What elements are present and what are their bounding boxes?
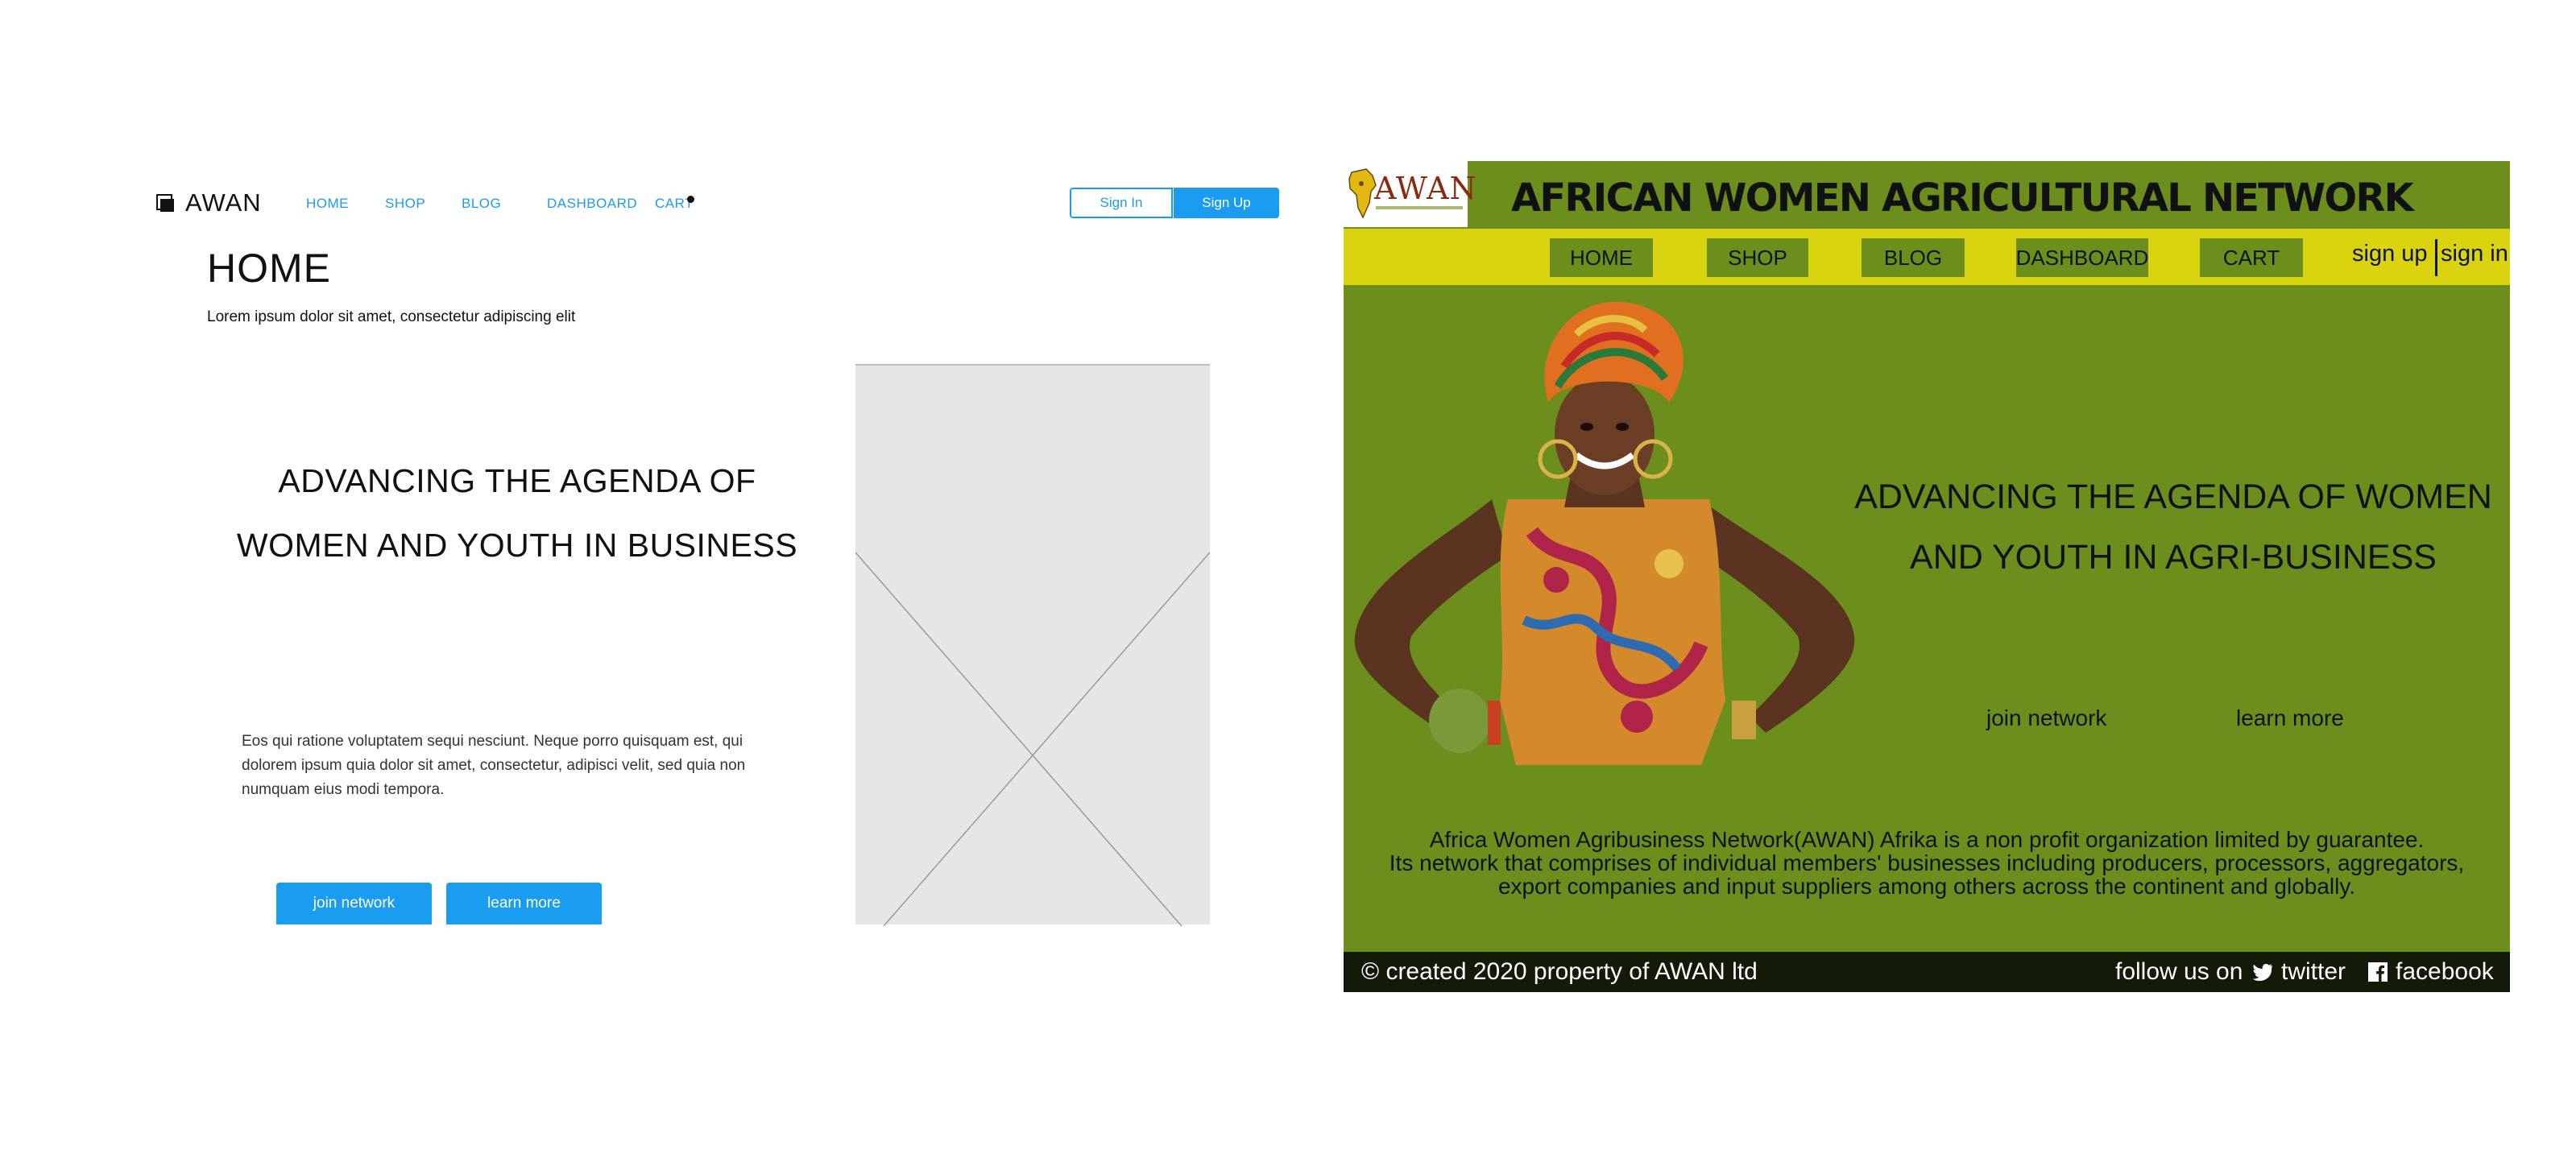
- nav-home[interactable]: HOME: [1550, 238, 1653, 277]
- cart-badge: [687, 196, 694, 203]
- facebook-icon: [2368, 962, 2388, 982]
- organization-description: Africa Women Agribusiness Network(AWAN) …: [1344, 828, 2510, 898]
- nav-cart[interactable]: CART: [2200, 238, 2303, 277]
- description-line1: Africa Women Agribusiness Network(AWAN) …: [1429, 827, 2425, 852]
- logo-text: AWAN: [1374, 171, 1477, 206]
- join-network-button[interactable]: join network: [276, 883, 432, 924]
- hero-woman-image: [1354, 301, 1855, 765]
- awan-logo[interactable]: AWAN: [1344, 161, 1476, 227]
- hero-headline-line1: ADVANCING THE AGENDA OF: [278, 462, 756, 499]
- wireframe-panel: AWAN HOME SHOP BLOG DASHBOARD CART Sign …: [0, 0, 1305, 1158]
- footer: © created 2020 property of AWAN ltd foll…: [1344, 952, 2510, 992]
- page-subtitle: Lorem ipsum dolor sit amet, consectetur …: [207, 308, 576, 325]
- hero-headline-line2: WOMEN AND YOUTH IN BUSINESS: [236, 527, 798, 564]
- africa-map-icon: [1348, 168, 1377, 219]
- sign-up-link[interactable]: sign up: [2352, 241, 2428, 267]
- sign-in-link[interactable]: sign in: [2441, 241, 2508, 267]
- twitter-link[interactable]: twitter: [2252, 958, 2346, 986]
- mockup-panel: AWAN AFRICAN WOMEN AGRICULTURAL NETWORK …: [1344, 161, 2510, 992]
- facebook-link[interactable]: facebook: [2368, 958, 2494, 986]
- nav-blog[interactable]: BLOG: [462, 196, 501, 212]
- auth-divider: [2435, 239, 2437, 276]
- sign-up-button[interactable]: Sign Up: [1174, 188, 1279, 218]
- twitter-icon: [2252, 964, 2272, 981]
- hero-headline-line2: AND YOUTH IN AGRI-BUSINESS: [1910, 538, 2437, 577]
- nav-dashboard[interactable]: DASHBOARD: [547, 196, 637, 212]
- twitter-label: twitter: [2281, 958, 2346, 985]
- learn-more-button[interactable]: learn more: [446, 883, 602, 924]
- wireframe-logo[interactable]: AWAN: [156, 188, 262, 217]
- description-line2: Its network that comprises of individual…: [1389, 850, 2465, 875]
- logo-tagline-bar: [1376, 206, 1463, 209]
- hero-paragraph: Eos qui ratione voluptatem sequi nesciun…: [242, 733, 746, 798]
- facebook-label: facebook: [2396, 958, 2494, 985]
- logo-text: AWAN: [185, 188, 262, 217]
- image-placeholder: [855, 364, 1210, 926]
- nav-blog[interactable]: BLOG: [1862, 238, 1965, 277]
- follow-label: follow us on: [2115, 958, 2243, 985]
- nav-home[interactable]: HOME: [306, 196, 349, 212]
- join-network-link[interactable]: join network: [1986, 705, 2106, 731]
- nav-shop[interactable]: SHOP: [385, 196, 425, 212]
- hero-headline-line1: ADVANCING THE AGENDA OF WOMEN: [1854, 478, 2492, 516]
- sign-in-button[interactable]: Sign In: [1070, 188, 1173, 218]
- nav-shop[interactable]: SHOP: [1707, 238, 1808, 277]
- learn-more-link[interactable]: learn more: [2236, 705, 2344, 731]
- copyright: © created 2020 property of AWAN ltd: [1361, 958, 1758, 985]
- logo-icon: [156, 194, 174, 212]
- site-title: AFRICAN WOMEN AGRICULTURAL NETWORK: [1511, 176, 2414, 221]
- description-line3: export companies and input suppliers amo…: [1497, 874, 2356, 899]
- page-title: HOME: [207, 246, 331, 291]
- nav-bar: HOME SHOP BLOG DASHBOARD CART sign up si…: [1344, 229, 2510, 285]
- nav-dashboard[interactable]: DASHBOARD: [2016, 238, 2148, 277]
